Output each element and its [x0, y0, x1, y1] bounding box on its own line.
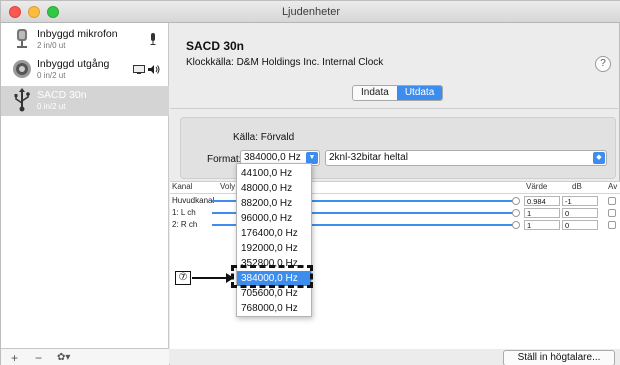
menu-item[interactable]: 96000,0 Hz [237, 211, 311, 226]
usb-icon [14, 88, 30, 112]
mute-checkbox[interactable] [608, 209, 616, 217]
menu-item[interactable]: 705600,0 Hz [237, 286, 311, 301]
slider-knob[interactable] [512, 209, 520, 217]
gear-icon[interactable]: ✿▾ [57, 352, 70, 363]
remove-device-button[interactable]: − [35, 351, 42, 365]
configure-speakers-button[interactable]: Ställ in högtalare... [503, 350, 615, 365]
col-mute: Av [608, 182, 618, 191]
updown-arrow-icon: ◆ [593, 152, 605, 164]
col-volume: Voly [220, 182, 236, 191]
db-field[interactable]: -1 [562, 196, 598, 206]
io-tab-control: Indata Utdata [352, 85, 444, 101]
sidebar-toolbar: + − ✿▾ [1, 348, 169, 365]
menu-item[interactable]: 88200,0 Hz [237, 196, 311, 211]
device-name: SACD 30n [37, 89, 87, 101]
row-channel: Huvudkanal [172, 196, 215, 205]
device-item-mic[interactable]: Inbyggd mikrofon 2 in/0 ut [1, 25, 169, 55]
device-sidebar: Inbyggd mikrofon 2 in/0 ut Inbyggd utgån… [1, 23, 169, 365]
device-channels: 2 in/0 ut [37, 41, 66, 50]
device-item-builtin-output[interactable]: Inbyggd utgång 0 in/2 ut [1, 55, 169, 85]
col-db: dB [572, 182, 582, 191]
input-mic-icon [150, 33, 156, 45]
menu-item[interactable]: 768000,0 Hz [237, 301, 311, 316]
tab-indata[interactable]: Indata [353, 86, 397, 100]
arrow-icon [192, 277, 228, 279]
mute-checkbox[interactable] [608, 197, 616, 205]
col-channel: Kanal [172, 182, 193, 191]
device-item-sacd30n[interactable]: SACD 30n 0 in/2 ut [1, 86, 169, 116]
bottom-bar: Ställ in högtalare... [170, 349, 620, 365]
step-marker: ⑦ [175, 271, 191, 285]
title-bar: Ljudenheter [1, 1, 620, 23]
mute-checkbox[interactable] [608, 221, 616, 229]
microphone-icon [17, 29, 27, 48]
db-field[interactable]: 0 [562, 220, 598, 230]
col-value: Värde [526, 182, 548, 191]
device-channels: 0 in/2 ut [37, 71, 66, 80]
device-name: Inbyggd mikrofon [37, 28, 118, 40]
tab-utdata[interactable]: Utdata [396, 86, 443, 100]
menu-item[interactable]: 176400,0 Hz [237, 226, 311, 241]
row-channel: 2: R ch [172, 220, 198, 229]
row-channel: 1: L ch [172, 208, 196, 217]
sample-rate-menu: 44100,0 Hz 48000,0 Hz 88200,0 Hz 96000,0… [236, 163, 312, 317]
menu-item[interactable]: 192000,0 Hz [237, 241, 311, 256]
device-title: SACD 30n [186, 39, 245, 53]
output-speaker-icon [148, 65, 160, 74]
speaker-icon [13, 60, 31, 78]
highlight-box [231, 265, 313, 288]
window-title: Ljudenheter [281, 6, 341, 18]
source-value: Förvald [260, 132, 295, 143]
device-channels: 0 in/2 ut [37, 102, 66, 111]
add-device-button[interactable]: + [11, 351, 18, 365]
display-icon [133, 65, 145, 74]
value-field[interactable]: 1 [524, 208, 560, 218]
bit-depth-value: 2knl-32bitar heltal [329, 152, 408, 163]
value-field[interactable]: 0.984 [524, 196, 560, 206]
value-field[interactable]: 1 [524, 220, 560, 230]
divider [170, 108, 620, 109]
clock-source: Klockkälla: D&M Holdings Inc. Internal C… [186, 57, 384, 68]
slider-knob[interactable] [512, 197, 520, 205]
source-label: Källa: Förvald [233, 132, 295, 143]
arrowhead-icon [226, 273, 234, 283]
slider-knob[interactable] [512, 221, 520, 229]
db-field[interactable]: 0 [562, 208, 598, 218]
bit-depth-select[interactable]: 2knl-32bitar heltal ◆ [325, 150, 607, 166]
menu-item[interactable]: 44100,0 Hz [237, 166, 311, 181]
menu-item[interactable]: 48000,0 Hz [237, 181, 311, 196]
device-name: Inbyggd utgång [37, 58, 110, 70]
help-button[interactable]: ? [595, 56, 611, 72]
sample-rate-value: 384000,0 Hz [244, 152, 301, 163]
